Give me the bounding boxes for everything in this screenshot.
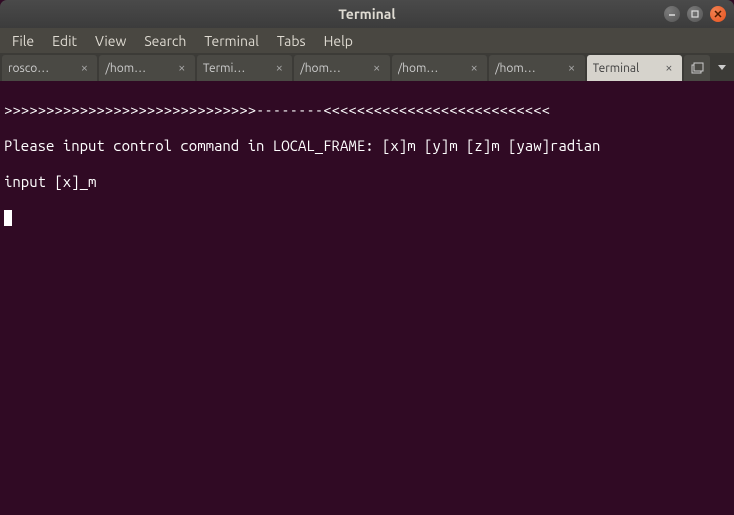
tabs-dropdown-button[interactable] [712, 55, 732, 81]
close-icon [714, 10, 722, 18]
tab-4[interactable]: /hom… × [392, 55, 487, 81]
new-tab-icon [690, 61, 704, 75]
close-icon[interactable]: × [467, 61, 481, 75]
tab-5[interactable]: /hom… × [489, 55, 584, 81]
minimize-button[interactable] [664, 6, 680, 22]
menubar: File Edit View Search Terminal Tabs Help [0, 28, 734, 53]
menu-terminal[interactable]: Terminal [196, 31, 267, 51]
tab-label: /hom… [495, 62, 560, 75]
tab-1[interactable]: /hom… × [99, 55, 194, 81]
tab-label: /hom… [300, 62, 365, 75]
close-icon[interactable]: × [565, 61, 579, 75]
titlebar[interactable]: Terminal [0, 0, 734, 28]
tab-label: Termi… [203, 62, 268, 75]
menu-help[interactable]: Help [316, 31, 361, 51]
menu-tabs[interactable]: Tabs [269, 31, 314, 51]
tab-6[interactable]: Terminal × [587, 55, 682, 81]
window-controls [664, 6, 726, 22]
close-icon[interactable]: × [175, 61, 189, 75]
menu-search[interactable]: Search [136, 31, 194, 51]
tabbar: rosco… × /hom… × Termi… × /hom… × /hom… … [0, 53, 734, 81]
window-title: Terminal [338, 6, 395, 22]
maximize-button[interactable] [687, 6, 703, 22]
tab-label: Terminal [593, 62, 658, 75]
terminal-line: Please input control command in LOCAL_FR… [4, 137, 730, 155]
tab-label: /hom… [398, 62, 463, 75]
maximize-icon [691, 10, 699, 18]
tab-3[interactable]: /hom… × [294, 55, 389, 81]
new-tab-button[interactable] [684, 55, 710, 81]
tab-label: /hom… [105, 62, 170, 75]
close-icon[interactable]: × [77, 61, 91, 75]
minimize-icon [668, 10, 676, 18]
chevron-down-icon [718, 65, 726, 71]
menu-view[interactable]: View [87, 31, 134, 51]
menu-file[interactable]: File [4, 31, 42, 51]
tab-label: rosco… [8, 62, 73, 75]
close-button[interactable] [710, 6, 726, 22]
terminal-line: input [x]_m [4, 173, 730, 191]
close-icon[interactable]: × [662, 61, 676, 75]
terminal-window: Terminal File Edit View Search Terminal … [0, 0, 734, 515]
terminal-cursor [4, 210, 12, 226]
terminal-line: >>>>>>>>>>>>>>>>>>>>>>>>>>>>>>--------<<… [4, 101, 730, 119]
close-icon[interactable]: × [272, 61, 286, 75]
tab-0[interactable]: rosco… × [2, 55, 97, 81]
terminal-output[interactable]: >>>>>>>>>>>>>>>>>>>>>>>>>>>>>>--------<<… [0, 81, 734, 515]
tab-2[interactable]: Termi… × [197, 55, 292, 81]
menu-edit[interactable]: Edit [44, 31, 85, 51]
close-icon[interactable]: × [370, 61, 384, 75]
